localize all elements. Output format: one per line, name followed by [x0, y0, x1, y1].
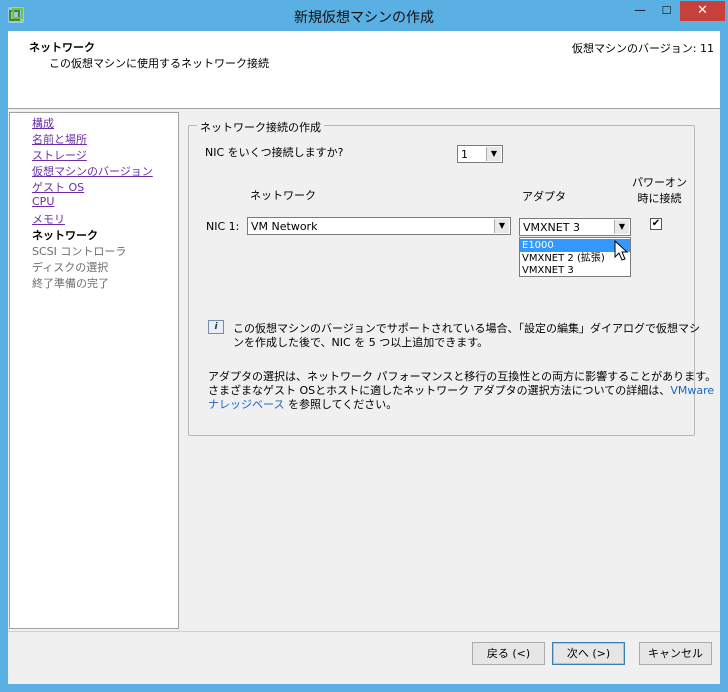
- close-button[interactable]: ✕: [680, 1, 725, 21]
- cancel-button[interactable]: キャンセル: [639, 642, 712, 665]
- column-poweron-header: パワーオン 時に接続: [632, 174, 687, 206]
- vmware-link[interactable]: VMware: [670, 384, 714, 397]
- nic-count-select[interactable]: 1 ▼: [457, 145, 503, 163]
- groupbox-legend: ネットワーク接続の作成: [197, 119, 324, 135]
- nic1-connect-at-poweron-checkbox[interactable]: ✔: [650, 218, 662, 230]
- back-button[interactable]: 戻る (<): [472, 642, 545, 665]
- vm-version-label: 仮想マシンのバージョン: 11: [572, 42, 714, 55]
- step-name-location[interactable]: 名前と場所: [32, 131, 87, 147]
- footer-separator: [8, 631, 720, 632]
- window-title: 新規仮想マシンの作成: [294, 10, 434, 26]
- info-text-line2: ンを作成した後で、NIC を 5 つ以上追加できます。: [233, 336, 489, 349]
- step-select-disk: ディスクの選択: [32, 261, 109, 274]
- nic1-network-select[interactable]: VM Network ▼: [247, 217, 511, 235]
- nic1-adapter-value: VMXNET 3: [523, 221, 580, 234]
- nic1-label: NIC 1:: [206, 220, 240, 233]
- minimize-button[interactable]: —: [627, 1, 653, 21]
- poweron-header-line2: 時に接続: [637, 192, 682, 205]
- step-config[interactable]: 構成: [32, 115, 54, 131]
- nic-count-label: NIC をいくつ接続しますか?: [205, 146, 344, 159]
- chevron-down-icon[interactable]: ▼: [486, 147, 501, 161]
- step-storage[interactable]: ストレージ: [32, 147, 87, 163]
- wizard-steps-panel: 構成 名前と場所 ストレージ 仮想マシンのバージョン ゲスト OS CPU メモ…: [9, 112, 179, 629]
- step-ready-to-complete: 終了準備の完了: [32, 277, 109, 290]
- step-scsi-controller: SCSI コントローラ: [32, 245, 127, 258]
- step-network: ネットワーク: [32, 229, 98, 242]
- next-button[interactable]: 次へ (>): [552, 642, 625, 665]
- chevron-down-icon[interactable]: ▼: [494, 219, 509, 233]
- title-bar[interactable]: 新規仮想マシンの作成 — ☐ ✕: [0, 0, 728, 32]
- window-frame: 新規仮想マシンの作成 — ☐ ✕ ネットワーク この仮想マシンに使用するネットワ…: [0, 0, 728, 692]
- step-vm-version[interactable]: 仮想マシンのバージョン: [32, 163, 153, 179]
- page-subtitle: この仮想マシンに使用するネットワーク接続: [49, 57, 269, 70]
- adapter-note-line3: ナレッジベース を参照してください。: [208, 396, 397, 412]
- nic-count-value: 1: [461, 148, 468, 161]
- info-icon: i: [208, 320, 224, 334]
- adapter-note-line3-text: を参照してください。: [284, 398, 398, 411]
- nic1-adapter-select[interactable]: VMXNET 3 ▼: [519, 218, 631, 236]
- step-guest-os[interactable]: ゲスト OS: [32, 179, 84, 195]
- dialog-client: ネットワーク この仮想マシンに使用するネットワーク接続 仮想マシンのバージョン:…: [8, 31, 720, 684]
- adapter-option-vmxnet3[interactable]: VMXNET 3: [520, 264, 630, 277]
- chevron-down-icon[interactable]: ▼: [614, 220, 629, 234]
- step-cpu[interactable]: CPU: [32, 195, 54, 208]
- mouse-cursor-icon: [614, 240, 629, 261]
- nic1-network-value: VM Network: [251, 220, 318, 233]
- column-network-header: ネットワーク: [250, 189, 316, 202]
- column-adapter-header: アダプタ: [522, 190, 566, 203]
- poweron-header-line1: パワーオン: [632, 176, 687, 189]
- maximize-button[interactable]: ☐: [653, 1, 680, 21]
- page-title: ネットワーク: [29, 41, 95, 54]
- step-memory[interactable]: メモリ: [32, 211, 65, 227]
- knowledge-base-link[interactable]: ナレッジベース: [208, 398, 284, 411]
- wizard-header: ネットワーク この仮想マシンに使用するネットワーク接続 仮想マシンのバージョン:…: [8, 31, 720, 109]
